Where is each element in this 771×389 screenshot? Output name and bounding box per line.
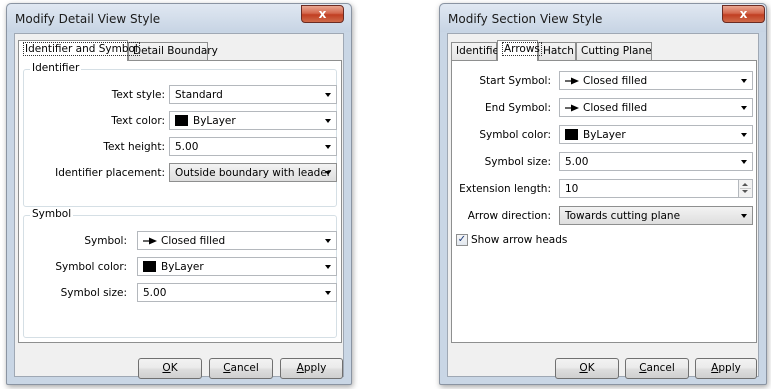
chevron-down-icon <box>325 119 331 123</box>
apply-button[interactable]: Apply <box>280 358 343 379</box>
start-symbol-dropdown[interactable]: Closed filled <box>559 71 753 90</box>
chevron-down-icon <box>741 106 747 110</box>
symbol-color-label: Symbol color: <box>479 129 551 141</box>
tab-identifier-and-symbol[interactable]: Identifier and Symbol <box>18 40 140 61</box>
tab-identifier[interactable]: Identifier <box>451 42 503 60</box>
dialog-title: Modify Detail View Style <box>15 12 161 26</box>
symbol-label: Symbol: <box>84 235 127 247</box>
text-color-label: Text color: <box>111 115 165 127</box>
spin-arrows-icon[interactable] <box>738 180 752 197</box>
text-style-dropdown[interactable]: Standard <box>169 85 337 104</box>
extension-length-spinner[interactable]: 10 <box>559 179 753 198</box>
symbol-color-dropdown[interactable]: ByLayer <box>137 257 337 276</box>
end-symbol-dropdown[interactable]: Closed filled <box>559 98 753 117</box>
tab-panel: Start Symbol: Closed filled End Symbol: … <box>451 60 757 343</box>
modify-detail-view-style-dialog: Modify Detail View Style x Identifier an… <box>6 3 352 385</box>
chevron-down-icon <box>325 93 331 97</box>
arrow-direction-label: Arrow direction: <box>467 210 551 222</box>
chevron-down-icon <box>325 145 331 149</box>
chevron-down-icon <box>325 239 331 243</box>
tab-panel: Identifier Text style: Standard Text col… <box>18 60 342 343</box>
text-height-label: Text height: <box>103 141 165 153</box>
tab-detail-boundary[interactable]: Detail Boundary <box>128 42 218 60</box>
symbol-size-label: Symbol size: <box>484 156 551 168</box>
identifier-placement-dropdown[interactable]: Outside boundary with leader <box>169 163 337 182</box>
cancel-button[interactable]: Cancel <box>625 358 689 379</box>
ok-button[interactable]: OK <box>138 358 202 379</box>
close-button[interactable]: x <box>301 5 344 23</box>
chevron-down-icon <box>325 171 331 175</box>
symbol-size-dropdown[interactable]: 5.00 <box>137 283 337 302</box>
closed-filled-arrow-icon <box>143 237 157 245</box>
tab-cutting-plane[interactable]: Cutting Plane <box>576 42 652 60</box>
chevron-down-icon <box>741 214 747 218</box>
color-swatch <box>143 261 156 272</box>
extension-length-label: Extension length: <box>459 183 551 195</box>
apply-button[interactable]: Apply <box>695 358 757 379</box>
tab-hatch[interactable]: Hatch <box>538 42 576 60</box>
title-bar[interactable]: Modify Detail View Style <box>7 4 351 32</box>
tab-arrows[interactable]: Arrows <box>497 40 542 61</box>
symbol-color-label: Symbol color: <box>55 261 127 273</box>
dialog-title: Modify Section View Style <box>448 12 603 26</box>
chevron-down-icon <box>741 160 747 164</box>
text-color-dropdown[interactable]: ByLayer <box>169 111 337 130</box>
symbol-size-dropdown[interactable]: 5.00 <box>559 152 753 171</box>
arrow-direction-dropdown[interactable]: Towards cutting plane <box>559 206 753 225</box>
symbol-dropdown[interactable]: Closed filled <box>137 231 337 250</box>
text-style-label: Text style: <box>111 89 165 101</box>
identifier-group-label: Identifier <box>30 62 82 74</box>
close-button[interactable]: x <box>722 5 765 23</box>
closed-filled-arrow-icon <box>565 104 579 112</box>
symbol-group-label: Symbol <box>30 208 74 220</box>
start-symbol-label: Start Symbol: <box>479 75 551 87</box>
chevron-down-icon <box>325 291 331 295</box>
ok-button[interactable]: OK <box>555 358 619 379</box>
show-arrow-heads-checkbox[interactable]: ✓ <box>456 234 468 246</box>
chevron-down-icon <box>325 265 331 269</box>
dialog-body: Identifier and Symbol Detail Boundary Id… <box>14 33 344 379</box>
modify-section-view-style-dialog: Modify Section View Style x Identifier A… <box>439 3 767 385</box>
end-symbol-label: End Symbol: <box>485 102 551 114</box>
color-swatch <box>175 115 188 126</box>
text-height-dropdown[interactable]: 5.00 <box>169 137 337 156</box>
title-bar[interactable]: Modify Section View Style <box>440 4 766 32</box>
cancel-button[interactable]: Cancel <box>209 358 273 379</box>
color-swatch <box>565 129 578 140</box>
chevron-down-icon <box>741 133 747 137</box>
symbol-size-label: Symbol size: <box>60 287 127 299</box>
show-arrow-heads-label: Show arrow heads <box>471 234 568 246</box>
closed-filled-arrow-icon <box>565 77 579 85</box>
symbol-color-dropdown[interactable]: ByLayer <box>559 125 753 144</box>
chevron-down-icon <box>741 79 747 83</box>
identifier-placement-label: Identifier placement: <box>55 167 165 179</box>
dialog-body: Identifier Arrows Hatch Cutting Plane St… <box>447 33 759 379</box>
